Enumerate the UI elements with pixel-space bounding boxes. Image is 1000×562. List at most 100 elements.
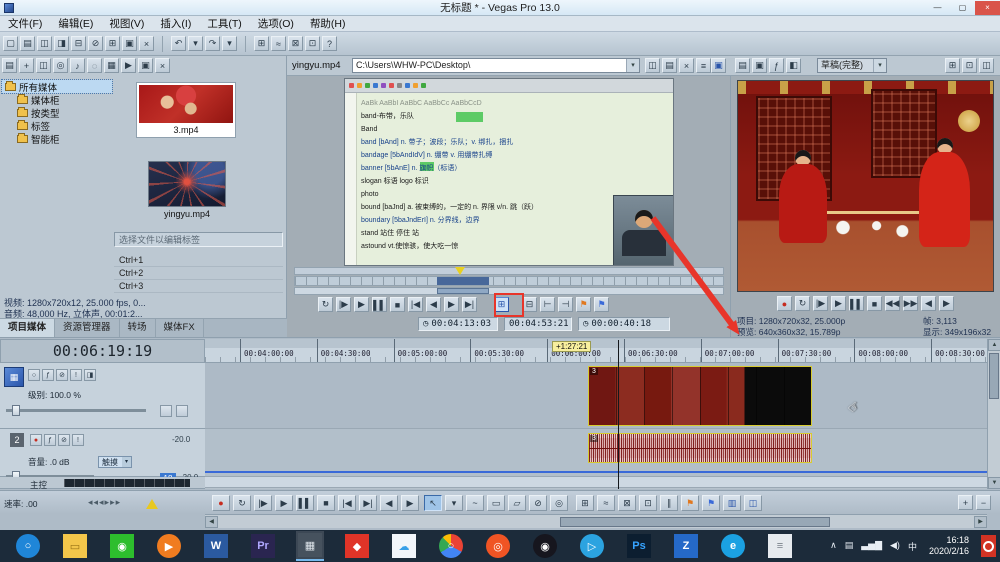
taskbar-edge[interactable]: e [719,531,747,561]
preview-record[interactable]: ● [777,296,792,311]
video-track-icon[interactable]: ▦ [4,367,24,387]
split-events[interactable]: ∥ [660,495,678,511]
redo-menu[interactable]: ▾ [222,36,237,51]
go-to-end[interactable]: ▶| [359,495,377,511]
prev-frame[interactable]: ◀ [380,495,398,511]
volume-envelope-line[interactable] [205,471,987,473]
trimmer-scroll-thumb[interactable] [437,288,489,294]
scroll-up-button[interactable]: ▲ [988,339,1000,351]
tray-ime[interactable]: 中 [908,540,917,553]
dock-tab[interactable]: 转场 [119,319,156,338]
preview-go-to-end[interactable]: ▶▶ [903,296,918,311]
ignore-event-grouping[interactable]: ⊡ [639,495,657,511]
add-media-up-to-cursor[interactable]: ⊟ [522,297,537,312]
views-menu[interactable]: ▦ [104,58,119,73]
split-screen-view[interactable]: ◧ [786,58,801,73]
track1-solo[interactable]: ! [70,369,82,381]
video-track-header[interactable]: ▦ ○ ƒ ⊘! ◨ 级别: 100.0 % [0,363,205,429]
loop-playback[interactable]: ↻ [233,495,251,511]
trimmer-go-to-end[interactable]: ▶| [462,297,477,312]
track-automation-button[interactable] [160,405,172,417]
undo-menu[interactable]: ▾ [188,36,203,51]
selection-edit-tool[interactable]: ▭ [487,495,505,511]
track1-bypass-motion-blur[interactable]: ○ [28,369,40,381]
tray-network[interactable]: ▃▅▇ [861,540,882,553]
preview-play[interactable]: ▶ [831,296,846,311]
mark-out[interactable]: ⊣ [558,297,573,312]
taskbar-vegas-pro[interactable]: ▦ [296,531,324,561]
menu-item[interactable]: 编辑(E) [50,16,101,31]
chevron-down-icon[interactable]: ▾ [626,59,639,72]
taskbar-weiyun[interactable]: ☁ [390,531,418,561]
zoom-in-time[interactable]: + [958,495,973,510]
normal-edit-tool[interactable]: ↖ [424,495,442,511]
media-tree-item[interactable]: 按类型 [2,106,112,120]
media-tree-item[interactable]: 媒体柜 [2,93,112,107]
project-properties[interactable]: ⊟ [71,36,86,51]
tray-hidden-icons[interactable]: ∧ [830,540,837,553]
scroll-thumb[interactable] [989,353,999,399]
trimmer-next-frame[interactable]: ▶ [444,297,459,312]
track2-mute[interactable]: ⊘ [58,434,70,446]
cut[interactable]: ⊘ [88,36,103,51]
ignore-event-grouping[interactable]: ⊡ [305,36,320,51]
video-event-clip[interactable]: 3 [588,366,812,426]
track-fx-chain-button[interactable] [176,405,188,417]
trimmer-pause[interactable]: ▌▌ [372,297,387,312]
copy-snapshot[interactable]: ⊡ [962,58,977,73]
bus-track-strip[interactable] [205,477,987,488]
scroll-left-button[interactable]: ◀ [205,516,218,528]
timeline-playhead[interactable] [618,340,619,489]
trimmer-selection[interactable] [437,277,489,285]
track1-mute[interactable]: ⊘ [56,369,68,381]
save-snapshot[interactable]: ◫ [979,58,994,73]
taskbar-browser-orange[interactable]: ◎ [484,531,512,561]
tray-app-icon[interactable]: ▤ [845,540,854,553]
undo[interactable]: ↶ [171,36,186,51]
preview-stop[interactable]: ■ [867,296,882,311]
media-search[interactable]: ◌ [87,58,102,73]
track1-fx[interactable]: ƒ [42,369,54,381]
trimmer-menu[interactable]: ≡ [696,58,711,73]
dock-tab[interactable]: 资源管理器 [55,319,120,338]
menu-item[interactable]: 工具(T) [199,16,249,31]
next-frame[interactable]: ▶ [401,495,419,511]
trimmer-prev-frame[interactable]: ◀ [426,297,441,312]
track2-arm-for-record[interactable]: ● [30,434,42,446]
media-tree-item[interactable]: 所有媒体 [1,79,113,94]
track2-fx[interactable]: ƒ [44,434,56,446]
lock-envelopes[interactable]: ⊠ [288,36,303,51]
preview-loop[interactable]: ↻ [795,296,810,311]
automation-mode-dropdown[interactable]: 触摸 ▾ [98,456,132,468]
extract-audio[interactable]: ♪ [70,58,85,73]
get-media-from-web[interactable]: ◎ [53,58,68,73]
capture-video[interactable]: ◫ [36,58,51,73]
trimmer-play[interactable]: ▶ [354,297,369,312]
trimmer-remove[interactable]: × [679,58,694,73]
menu-item[interactable]: 帮助(H) [302,16,354,31]
video-output-fx[interactable]: ƒ [769,58,784,73]
trimmer-go-to-start[interactable]: |◀ [408,297,423,312]
trimmer-stop[interactable]: ■ [390,297,405,312]
preview-on-external-monitor[interactable]: ▣ [752,58,767,73]
trimmer-save-markers[interactable]: ◫ [645,58,660,73]
preview-play-from-start[interactable]: |▶ [813,296,828,311]
timeline-ruler[interactable]: 00:04:00:00 00:04:30:00 00:05:00:00 00:05:3… [205,339,987,363]
pause[interactable]: ▌▌ [296,495,314,511]
chevron-down-icon[interactable]: ▾ [122,457,131,467]
media-item-card[interactable]: 3.mp4 [136,82,236,138]
taskbar-telegram[interactable]: ▷ [578,531,606,561]
timeline-current-time[interactable]: 00:06:19:19 [0,339,205,363]
scroll-thumb[interactable] [560,517,830,527]
preview-prev-frame[interactable]: ◀ [921,296,936,311]
record[interactable]: ● [212,495,230,511]
show-on-external-monitor-button[interactable]: ▣ [711,58,726,73]
overlays-menu[interactable]: ⊞ [945,58,960,73]
redo[interactable]: ↷ [205,36,220,51]
taskbar-potplayer[interactable]: ▶ [155,531,183,561]
rate-scrub-control[interactable]: ◂◂◂▸▸▸ [88,497,121,508]
open-in-trimmer[interactable]: ◫ [744,495,762,511]
menu-item[interactable]: 插入(I) [152,16,199,31]
preview-next-frame[interactable]: ▶ [939,296,954,311]
copy[interactable]: ⊞ [105,36,120,51]
